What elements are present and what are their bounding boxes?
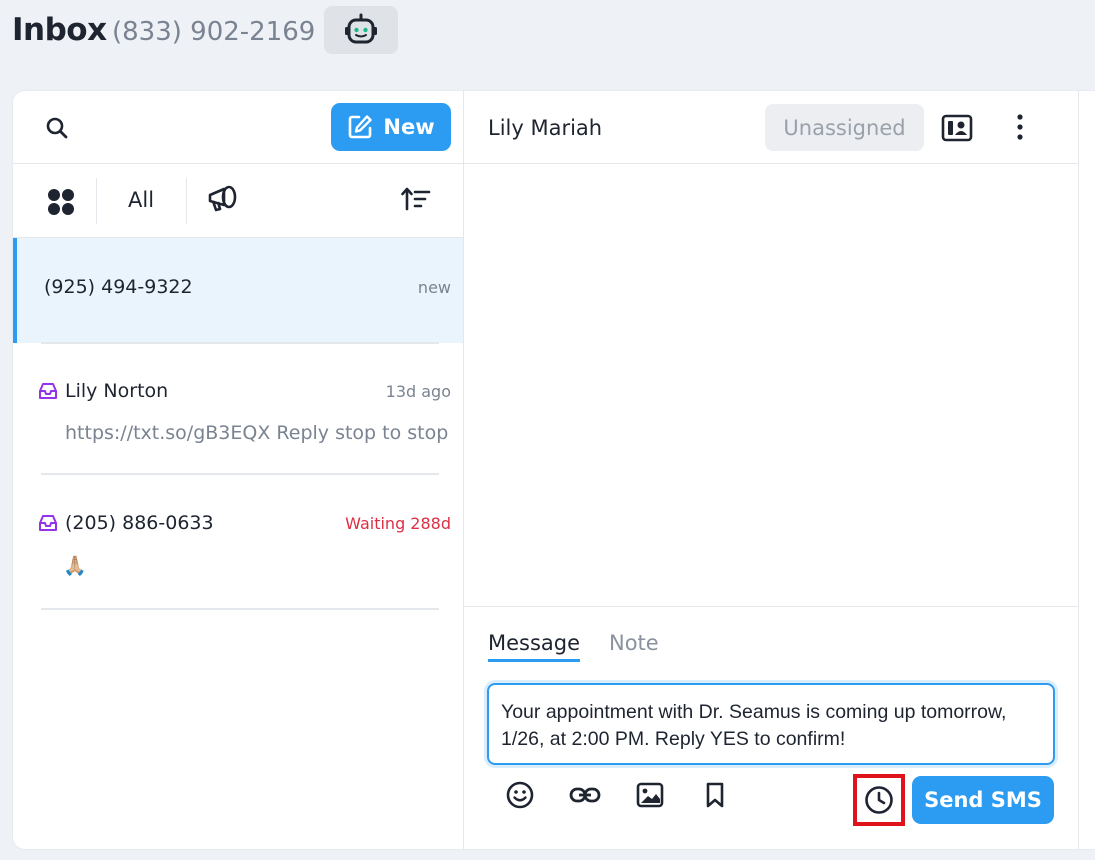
conversation-preview: https://txt.so/gB3EQX Reply stop to stop — [65, 422, 449, 444]
new-button-label: New — [383, 115, 435, 139]
bookmark-icon[interactable] — [705, 781, 725, 809]
inbox-icon — [39, 383, 57, 399]
list-divider — [41, 473, 439, 475]
filter-row: All — [13, 164, 464, 238]
emoji-icon[interactable] — [506, 781, 534, 809]
page-title: Inbox — [12, 12, 107, 48]
waiting-status: Waiting 288d — [345, 514, 451, 533]
more-options-icon[interactable] — [1014, 113, 1026, 141]
assign-button[interactable]: Unassigned — [765, 104, 924, 151]
conversation-name: (205) 886-0633 — [65, 512, 214, 534]
contact-card-icon[interactable] — [941, 114, 973, 142]
conversation-item[interactable]: (205) 886-0633 Waiting 288d 🙏🏼 — [13, 476, 463, 608]
conversation-item[interactable]: (925) 494-9322 new — [13, 238, 463, 343]
conversation-item[interactable]: Lily Norton 13d ago https://txt.so/gB3EQ… — [13, 344, 463, 474]
compose-icon — [349, 115, 373, 139]
tab-note[interactable]: Note — [609, 631, 659, 655]
new-conversation-button[interactable]: New — [331, 103, 451, 151]
clock-icon — [865, 786, 893, 814]
sort-icon[interactable] — [401, 186, 431, 212]
inbox-panel: New All (925) 494-9322 new Lily Norton 1… — [13, 91, 1095, 849]
top-bar: Inbox (833) 902-2169 — [0, 0, 1095, 70]
bot-button[interactable] — [324, 6, 398, 54]
conversation-time: 13d ago — [385, 382, 451, 401]
send-sms-button[interactable]: Send SMS — [912, 776, 1054, 824]
image-icon[interactable] — [636, 781, 664, 809]
filter-all[interactable]: All — [128, 188, 154, 212]
robot-icon — [345, 13, 377, 44]
schedule-button[interactable] — [853, 774, 905, 826]
conversation-header: Lily Mariah Unassigned — [464, 91, 1078, 164]
contact-name: Lily Mariah — [488, 116, 603, 140]
filter-separator — [186, 178, 187, 224]
message-input[interactable]: Your appointment with Dr. Seamus is comi… — [487, 683, 1055, 765]
tab-message[interactable]: Message — [488, 631, 581, 662]
inbox-icon — [39, 515, 57, 531]
link-icon[interactable] — [569, 786, 601, 804]
grid-view-icon[interactable] — [47, 188, 75, 216]
search-icon[interactable] — [45, 116, 69, 140]
inbox-phone-number: (833) 902-2169 — [112, 17, 316, 47]
conversation-list-pane: New All (925) 494-9322 new Lily Norton 1… — [13, 91, 464, 849]
list-divider — [41, 608, 439, 610]
filter-separator — [96, 178, 97, 224]
conversation-pane: Lily Mariah Unassigned Message Note Your… — [464, 91, 1078, 849]
conversation-preview: 🙏🏼 — [63, 555, 87, 577]
conversation-name: (925) 494-9322 — [44, 276, 193, 298]
pane-divider — [1078, 91, 1079, 849]
conversation-name: Lily Norton — [65, 380, 169, 402]
conversation-time: new — [417, 278, 451, 297]
composer: Message Note Your appointment with Dr. S… — [464, 606, 1078, 849]
search-row: New — [13, 91, 464, 164]
megaphone-icon[interactable] — [207, 184, 239, 214]
